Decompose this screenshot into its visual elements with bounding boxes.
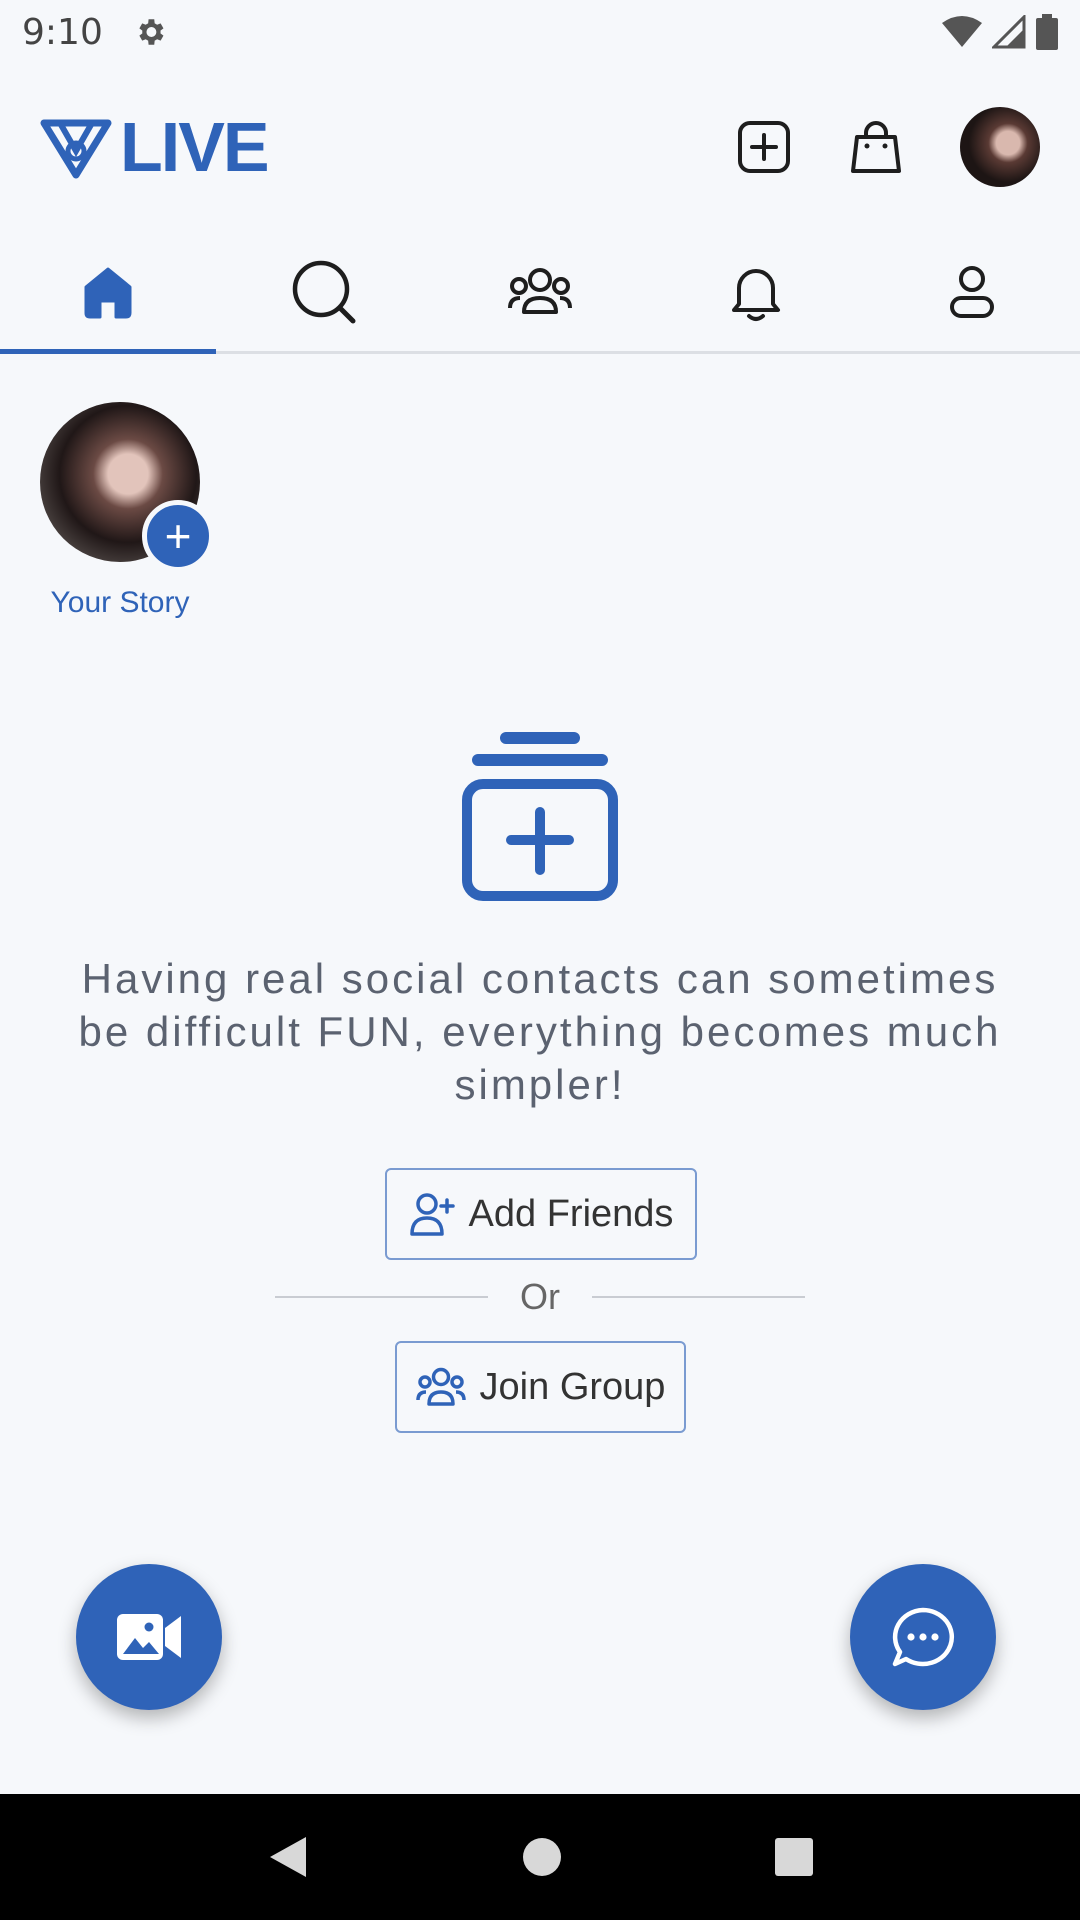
shopping-bag-icon [851, 121, 901, 173]
system-nav-bar [0, 1794, 1080, 1920]
tab-home[interactable] [0, 232, 216, 354]
divider-label: Or [520, 1276, 560, 1317]
app-logo: LIVE [40, 107, 270, 187]
bell-icon [732, 268, 780, 321]
tab-search[interactable] [216, 232, 432, 351]
video-post-button[interactable] [76, 1564, 222, 1710]
search-icon [292, 260, 356, 323]
join-group-button[interactable]: Join Group [395, 1341, 686, 1433]
chat-button[interactable] [850, 1564, 996, 1710]
add-story-button[interactable]: + [142, 500, 214, 572]
add-user-icon [409, 1193, 455, 1236]
status-bar: 9:10 [0, 0, 1080, 64]
profile-icon [950, 265, 994, 318]
shop-button[interactable] [848, 119, 904, 175]
logo-text: LIVE [120, 108, 270, 186]
home-icon [84, 267, 132, 318]
groups-icon [508, 267, 572, 314]
recents-icon[interactable] [774, 1837, 814, 1877]
status-time: 9:10 [22, 11, 103, 53]
add-friends-button[interactable]: Add Friends [385, 1168, 697, 1260]
divider-line-left [275, 1296, 488, 1298]
add-friends-label: Add Friends [468, 1192, 674, 1235]
tab-notifications[interactable] [648, 232, 864, 351]
video-camera-icon [117, 1614, 181, 1660]
app-header: LIVE [0, 92, 1080, 202]
home-nav-icon[interactable] [521, 1836, 563, 1878]
profile-avatar-button[interactable] [960, 107, 1040, 187]
tab-profile[interactable] [864, 232, 1080, 351]
story-label: Your Story [50, 586, 190, 619]
create-post-button[interactable] [736, 119, 792, 175]
join-group-label: Join Group [479, 1365, 666, 1408]
header-actions [736, 107, 1040, 187]
chat-bubble-icon [892, 1607, 955, 1667]
tab-bar [0, 232, 1080, 354]
add-content-icon [462, 732, 618, 901]
divider-line-right [592, 1296, 805, 1298]
battery-icon [1036, 14, 1058, 50]
logo-mark-icon [40, 119, 112, 179]
empty-state-message: Having real social contacts can sometime… [78, 955, 1002, 1108]
signal-icon [992, 15, 1026, 49]
story-avatar[interactable]: + [40, 402, 214, 572]
group-icon [415, 1367, 466, 1406]
your-story[interactable]: + Your Story [40, 402, 214, 620]
tab-groups[interactable] [432, 232, 648, 351]
add-post-icon [738, 121, 790, 173]
gear-icon [139, 19, 164, 45]
wifi-icon [942, 16, 982, 47]
back-icon[interactable] [266, 1833, 310, 1881]
status-indicators [942, 14, 1058, 50]
or-divider: Or [275, 1272, 805, 1322]
